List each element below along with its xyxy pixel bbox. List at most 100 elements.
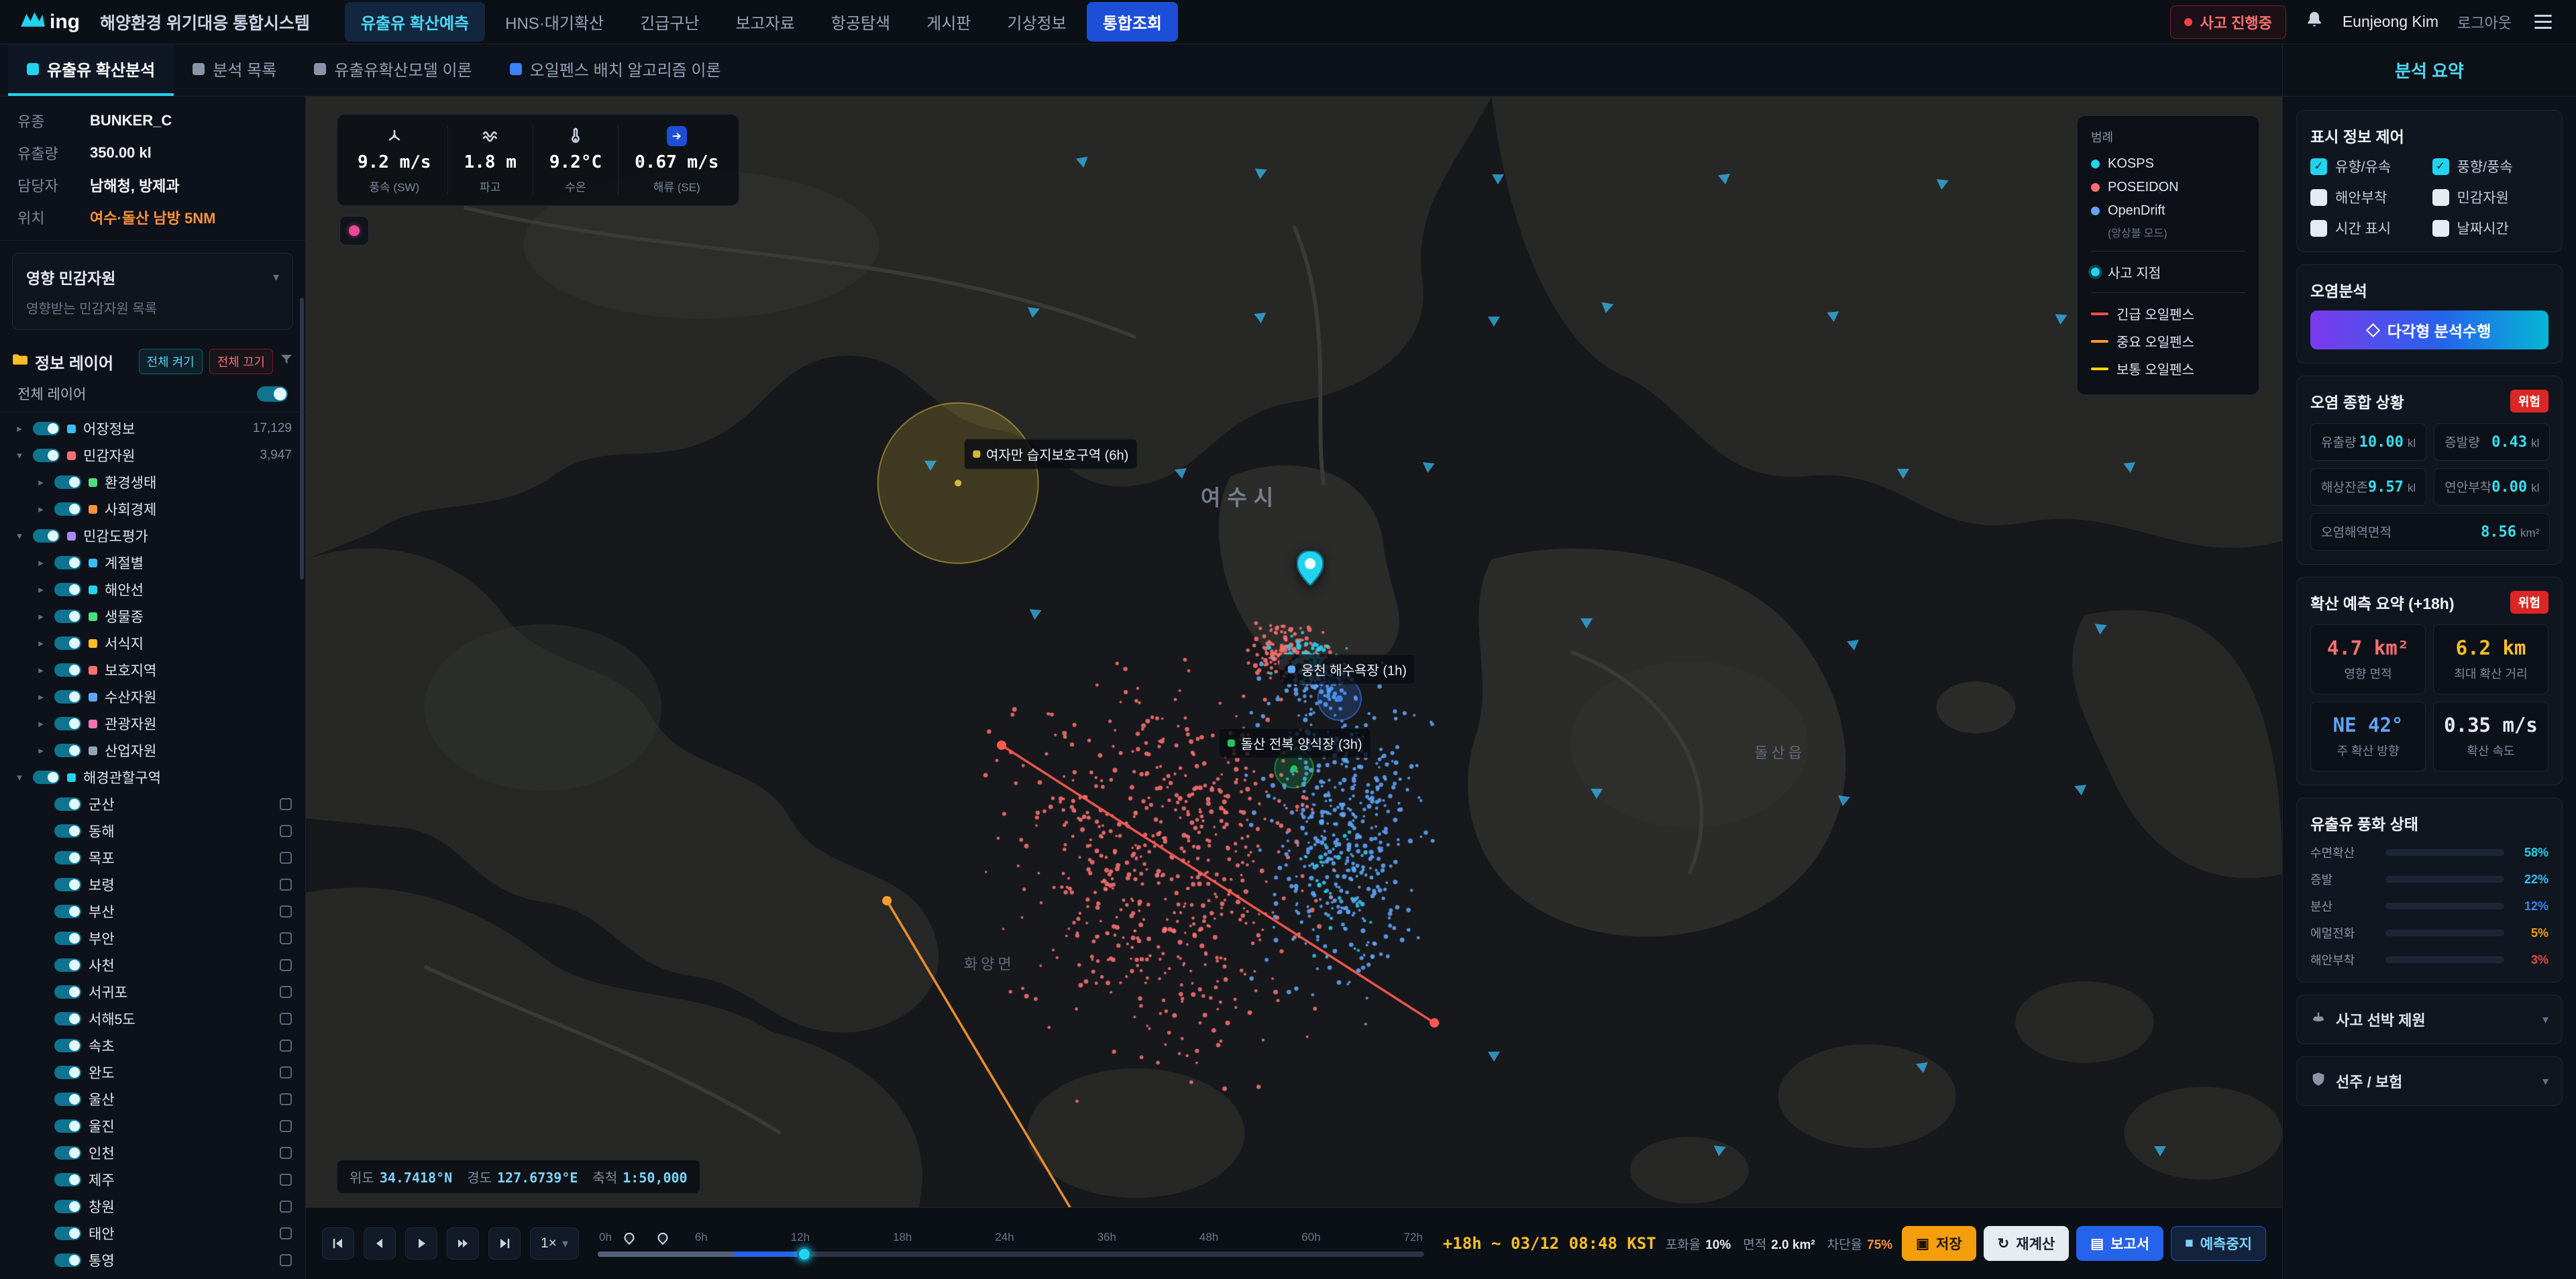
layer-toggle[interactable] [54,905,81,918]
layer-row[interactable]: 속초 [0,1032,305,1059]
analysis-tab[interactable]: 유출유 확산분석 [8,44,174,96]
layer-toggle[interactable] [54,556,81,569]
layer-toggle[interactable] [54,1066,81,1079]
layer-row[interactable]: ▸ 서식지 [0,630,305,657]
expand-arrow-icon[interactable]: ▸ [35,610,47,622]
layers-all-on-button[interactable]: 전체 켜기 [139,349,203,374]
layer-row[interactable]: 서귀포 [0,979,305,1005]
layer-row[interactable]: ▸ 계절별 [0,549,305,576]
timeline-track[interactable] [598,1252,1424,1257]
layer-toggle[interactable] [33,422,60,435]
zoom-to-region-icon[interactable] [280,1040,292,1052]
zoom-to-region-icon[interactable] [280,959,292,971]
layer-toggle[interactable] [54,797,81,811]
layer-row[interactable]: ▸ 생물종 [0,603,305,630]
zoom-to-region-icon[interactable] [280,1066,292,1078]
master-layer-toggle[interactable] [257,386,288,402]
nav-menu-item[interactable]: 보고자료 [719,2,810,42]
layer-toggle[interactable] [54,717,81,730]
checkbox-icon[interactable] [2432,220,2449,237]
layer-row[interactable]: ▸ 어장정보 17,129 [0,415,305,442]
layer-row[interactable]: ▾ 해경관할구역 [0,764,305,791]
expand-arrow-icon[interactable]: ▸ [35,557,47,569]
layer-toggle[interactable] [54,1173,81,1186]
spill-point-pin[interactable] [1297,551,1324,586]
checkbox-icon[interactable] [2310,158,2327,175]
layers-all-off-button[interactable]: 전체 끄기 [209,349,273,374]
expand-arrow-icon[interactable]: ▸ [35,583,47,596]
layer-toggle[interactable] [54,1227,81,1240]
zoom-to-region-icon[interactable] [280,986,292,998]
layer-toggle[interactable] [54,476,81,489]
expand-arrow-icon[interactable]: ▸ [35,691,47,703]
layer-toggle[interactable] [54,851,81,865]
layer-row[interactable]: ▸ 사회경제 [0,496,305,522]
skip-end-button[interactable] [488,1227,521,1260]
step-back-button[interactable] [364,1227,396,1260]
layer-toggle[interactable] [54,878,81,891]
nav-menu-item[interactable]: HNS·대기확산 [489,2,620,42]
layer-row[interactable]: 울산 [0,1086,305,1113]
fast-forward-button[interactable] [447,1227,479,1260]
layer-row[interactable]: ▸ 수산자원 [0,683,305,710]
expand-arrow-icon[interactable]: ▸ [35,718,47,730]
polygon-analysis-button[interactable]: 다각형 분석수행 [2310,311,2548,349]
zoom-to-region-icon[interactable] [280,1227,292,1239]
layer-toggle[interactable] [54,1119,81,1133]
layer-row[interactable]: ▸ 보호지역 [0,657,305,683]
layer-toggle[interactable] [54,1012,81,1025]
hamburger-menu-icon[interactable] [2530,11,2556,33]
skip-start-button[interactable] [322,1227,354,1260]
layer-row[interactable]: 통영 [0,1247,305,1274]
nav-menu-item[interactable]: 통합조회 [1087,2,1178,42]
layer-row[interactable]: ▸ 해안선 [0,576,305,603]
notification-bell-icon[interactable] [2305,10,2324,34]
zoom-to-region-icon[interactable] [280,852,292,864]
layer-toggle[interactable] [54,932,81,945]
vessel-spec-section[interactable]: 사고 선박 제원 ▾ [2296,995,2563,1044]
layer-row[interactable]: ▸ 산업자원 [0,737,305,764]
zoom-to-region-icon[interactable] [280,1201,292,1213]
timeline-action-button[interactable]: ↻재계산 [1984,1226,2070,1261]
expand-arrow-icon[interactable]: ▾ [13,530,25,542]
layer-row[interactable]: 부산 [0,898,305,925]
expand-arrow-icon[interactable]: ▾ [13,449,25,461]
filter-funnel-icon[interactable] [280,352,293,371]
layer-row[interactable]: 창원 [0,1193,305,1220]
zoom-to-region-icon[interactable] [280,1013,292,1025]
nav-menu-item[interactable]: 기상정보 [991,2,1082,42]
layer-toggle[interactable] [54,636,81,650]
layer-toggle[interactable] [54,1093,81,1106]
checkbox-icon[interactable] [2432,158,2449,175]
layer-toggle[interactable] [54,610,81,623]
layer-toggle[interactable] [54,985,81,999]
layer-toggle[interactable] [54,1254,81,1267]
checkbox-icon[interactable] [2310,220,2327,237]
expand-arrow-icon[interactable]: ▸ [35,476,47,488]
timeline-thumb[interactable] [797,1247,812,1262]
timeline-action-button[interactable]: ▤보고서 [2076,1226,2163,1261]
layer-toggle[interactable] [54,663,81,677]
layer-row[interactable]: ▾ 민감자원 3,947 [0,442,305,469]
layer-toggle[interactable] [33,771,60,784]
layer-row[interactable]: 인천 [0,1139,305,1166]
analysis-tab[interactable]: 오일펜스 배치 알고리즘 이론 [491,44,740,96]
zoom-to-region-icon[interactable] [280,798,292,810]
expand-arrow-icon[interactable]: ▸ [35,503,47,515]
checkbox-icon[interactable] [2310,189,2327,206]
layer-toggle[interactable] [33,449,60,462]
layer-toggle[interactable] [54,958,81,972]
layer-row[interactable]: 부안 [0,925,305,952]
nav-menu-item[interactable]: 항공탐색 [815,2,906,42]
zoom-to-region-icon[interactable] [280,1254,292,1266]
layer-row[interactable]: 평택 [0,1274,305,1279]
display-option-checkbox[interactable]: 유향/유속 [2310,156,2427,176]
display-option-checkbox[interactable]: 날짜시간 [2432,218,2549,238]
zoom-to-region-icon[interactable] [280,905,292,917]
layer-row[interactable]: 목포 [0,844,305,871]
layer-row[interactable]: 서해5도 [0,1005,305,1032]
layer-toggle[interactable] [54,744,81,757]
layer-row[interactable]: 보령 [0,871,305,898]
zoom-to-region-icon[interactable] [280,1147,292,1159]
expand-arrow-icon[interactable]: ▸ [35,744,47,757]
